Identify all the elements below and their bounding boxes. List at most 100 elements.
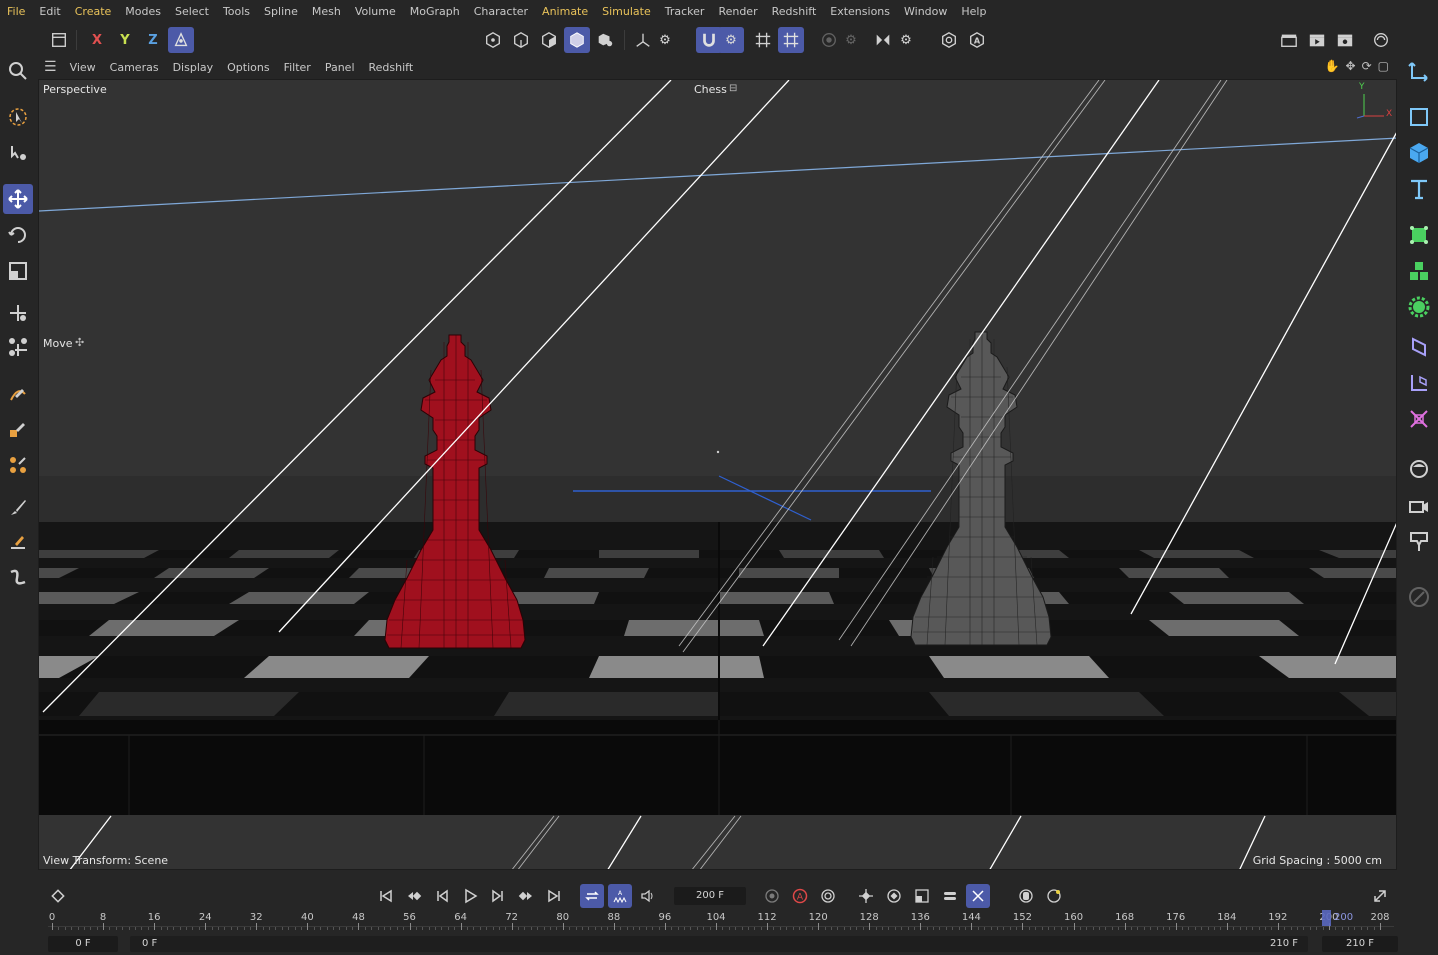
object-mode-icon[interactable] (592, 27, 618, 53)
timeline-ruler[interactable]: 0 8 16 24 32 40 48 56 64 72 80 88 96 104 112 120 128 136 1… (48, 910, 1394, 932)
record-active-objects-icon[interactable] (760, 884, 784, 908)
mograph-field-icon[interactable] (1404, 404, 1434, 434)
spline-tools-icon[interactable] (3, 450, 33, 480)
menu-mograph[interactable]: MoGraph (403, 0, 467, 24)
coordinate-system-icon[interactable] (168, 27, 194, 53)
go-to-start-icon[interactable] (374, 884, 398, 908)
tags-disabled-icon[interactable] (1404, 582, 1434, 612)
spline-sketch-icon[interactable] (3, 414, 33, 444)
camera-label[interactable]: Perspective (43, 83, 107, 96)
autokeying-icon[interactable]: A (788, 884, 812, 908)
workplane-snap-icon[interactable] (778, 27, 804, 53)
previous-frame-icon[interactable] (430, 884, 454, 908)
cube-object-icon[interactable] (1404, 138, 1434, 168)
rotate-tool-icon[interactable] (3, 220, 33, 250)
model-mode-icon[interactable] (564, 27, 590, 53)
polygons-mode-icon[interactable] (536, 27, 562, 53)
polygon-pen-icon[interactable] (3, 526, 33, 556)
go-to-end-icon[interactable] (542, 884, 566, 908)
auto-mode-icon[interactable]: A (964, 27, 990, 53)
menu-volume[interactable]: Volume (348, 0, 403, 24)
knife-tool-icon[interactable] (3, 562, 33, 592)
menu-select[interactable]: Select (168, 0, 216, 24)
end-frame-field[interactable]: 210 F (1322, 936, 1398, 952)
previous-key-icon[interactable] (402, 884, 426, 908)
render-settings-gear-icon[interactable]: ⚙ (838, 27, 864, 53)
deformer-icon[interactable] (1404, 332, 1434, 362)
light-object-icon[interactable] (1404, 526, 1434, 556)
menu-mesh[interactable]: Mesh (305, 0, 348, 24)
scale-key-icon[interactable] (910, 884, 934, 908)
null-object-icon[interactable] (1404, 56, 1434, 86)
field-deformer-icon[interactable] (1404, 368, 1434, 398)
points-mode-icon[interactable] (480, 27, 506, 53)
live-selection-icon[interactable] (3, 102, 33, 132)
menu-spline[interactable]: Spline (257, 0, 305, 24)
camera-object-icon[interactable] (1404, 490, 1434, 520)
start-frame-field[interactable]: 0 F (48, 936, 118, 952)
current-frame-field[interactable]: 200 F (674, 887, 746, 905)
viewport-menu-filter[interactable]: Filter (277, 61, 318, 74)
viewport-menu-redshift[interactable]: Redshift (362, 61, 421, 74)
text-object-icon[interactable] (1404, 174, 1434, 204)
render-picture-viewer-icon[interactable] (1304, 27, 1330, 53)
spline-pen-icon[interactable] (3, 378, 33, 408)
viewport-menu-view[interactable]: View (63, 61, 103, 74)
x-axis-lock-button[interactable]: X (84, 27, 110, 53)
motion-record-icon[interactable] (1014, 884, 1038, 908)
menu-file[interactable]: File (0, 0, 32, 24)
edges-mode-icon[interactable] (508, 27, 534, 53)
scene-label[interactable]: Chess (694, 83, 727, 96)
preview-range-bar[interactable]: 0 F 210 F (130, 936, 1308, 952)
z-axis-lock-button[interactable]: Z (140, 27, 166, 53)
menu-simulate[interactable]: Simulate (595, 0, 658, 24)
keyframe-diamond-icon[interactable] (46, 884, 70, 908)
transform-tool-icon[interactable] (3, 298, 33, 328)
expand-timeline-icon[interactable] (1368, 884, 1392, 908)
menu-modes[interactable]: Modes (118, 0, 168, 24)
menu-tracker[interactable]: Tracker (658, 0, 712, 24)
effector-gear-icon[interactable] (1404, 292, 1434, 322)
scale-tool-icon[interactable] (3, 256, 33, 286)
edit-render-settings-icon[interactable] (1332, 27, 1358, 53)
play-icon[interactable] (458, 884, 482, 908)
viewport-menu-display[interactable]: Display (166, 61, 221, 74)
move-tool-icon[interactable] (3, 184, 33, 214)
y-axis-lock-button[interactable]: Y (112, 27, 138, 53)
camera-link-icon[interactable]: ⊟ (729, 83, 737, 94)
menu-render[interactable]: Render (711, 0, 764, 24)
lock-workplane-icon[interactable] (936, 27, 962, 53)
grid-icon[interactable] (750, 27, 776, 53)
axis-settings-gear-icon[interactable]: ⚙ (652, 27, 678, 53)
viewport-menu-cameras[interactable]: Cameras (103, 61, 166, 74)
undo-history-icon[interactable] (46, 27, 72, 53)
snap-settings-gear-icon[interactable]: ⚙ (718, 27, 744, 53)
viewport-menu-options[interactable]: Options (220, 61, 276, 74)
orbit-icon[interactable]: ⟳ (1362, 59, 1372, 73)
animation-mode-icon[interactable]: A (608, 884, 632, 908)
maximize-view-icon[interactable]: ▢ (1378, 59, 1389, 73)
menu-help[interactable]: Help (954, 0, 993, 24)
menu-redshift[interactable]: Redshift (765, 0, 824, 24)
menu-character[interactable]: Character (467, 0, 535, 24)
transform-group-icon[interactable] (3, 332, 33, 362)
environment-sky-icon[interactable] (1404, 454, 1434, 484)
render-view-clapper-icon[interactable] (1276, 27, 1302, 53)
symmetry-settings-gear-icon[interactable]: ⚙ (893, 27, 919, 53)
cloner-icon[interactable] (1404, 256, 1434, 286)
playhead[interactable] (1322, 910, 1331, 926)
point-level-animation-icon[interactable] (966, 884, 990, 908)
dolly-icon[interactable]: ✥ (1346, 59, 1356, 73)
motion-system-icon[interactable] (1042, 884, 1066, 908)
loop-icon[interactable] (580, 884, 604, 908)
brush-icon[interactable] (3, 492, 33, 522)
menu-tools[interactable]: Tools (216, 0, 257, 24)
menu-create[interactable]: Create (68, 0, 119, 24)
menu-animate[interactable]: Animate (535, 0, 595, 24)
plane-object-icon[interactable] (1404, 102, 1434, 132)
redshift-render-view-icon[interactable] (1368, 27, 1394, 53)
hamburger-menu-icon[interactable]: ☰ (38, 59, 63, 75)
selection-tools-icon[interactable] (3, 138, 33, 168)
position-key-icon[interactable] (854, 884, 878, 908)
menu-edit[interactable]: Edit (32, 0, 67, 24)
